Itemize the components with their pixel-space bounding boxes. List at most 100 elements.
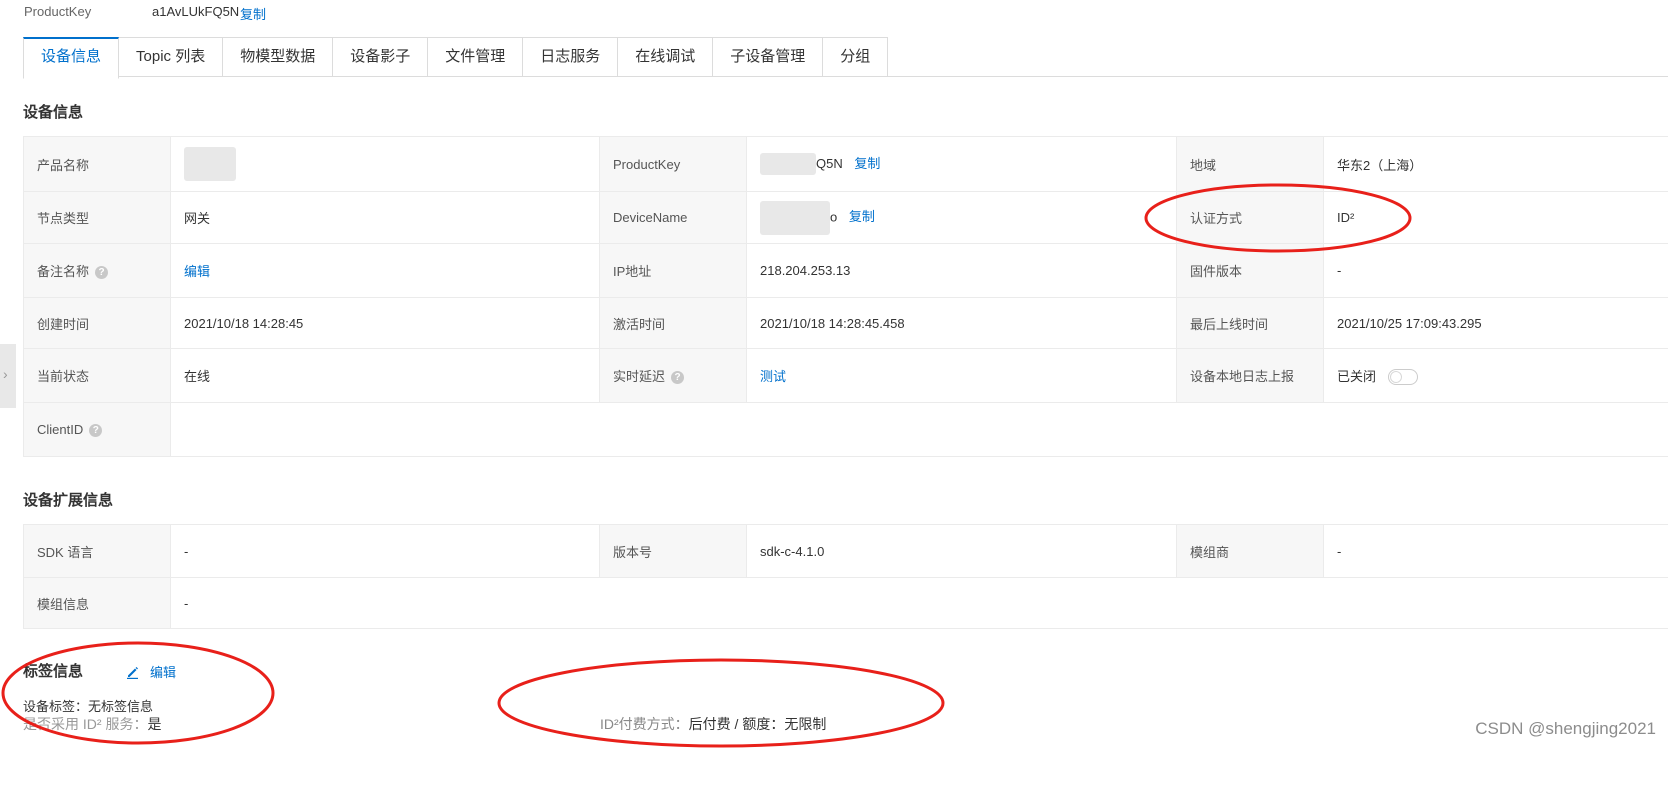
tab-log-service[interactable]: 日志服务 (523, 37, 619, 77)
local-log-toggle[interactable] (1387, 369, 1418, 386)
version-value: sdk-c-4.1.0 (746, 524, 1177, 578)
latency-value-cell: 测试 (746, 348, 1177, 403)
local-log-cell: 已关闭 (1323, 348, 1668, 403)
last-online-label: 最后上线时间 (1176, 297, 1324, 349)
redacted-block (760, 200, 830, 235)
created-label: 创建时间 (23, 297, 171, 349)
status-label: 当前状态 (23, 348, 171, 403)
module-vendor-value: - (1323, 524, 1668, 578)
help-icon[interactable]: ? (89, 424, 103, 438)
devicename-value: o (830, 208, 838, 224)
ext-info-title: 设备扩展信息 (23, 492, 114, 509)
table-row: 当前状态 在线 实时延迟? 测试 设备本地日志上报 已关闭 (23, 348, 1668, 403)
id2-pay-value: 后付费 / 额度：无限制 (688, 716, 827, 732)
module-info-label: 模组信息 (23, 577, 171, 629)
help-icon[interactable]: ? (95, 266, 109, 280)
edit-remark-link[interactable]: 编辑 (184, 264, 210, 279)
ip-value: 218.204.253.13 (746, 243, 1177, 298)
sdk-value: - (170, 524, 600, 578)
device-tag-value: 无标签信息 (88, 699, 154, 714)
id2-pay-line: ID²付费方式：后付费 / 额度：无限制 (600, 714, 826, 734)
latency-label: 实时延迟 (613, 369, 666, 384)
productkey-header-label: ProductKey (24, 4, 92, 19)
redacted-block (184, 147, 236, 181)
sidebar-expand-handle[interactable]: › (0, 344, 16, 408)
redacted-block (760, 153, 816, 176)
devicename-cell: o 复制 (746, 191, 1177, 244)
region-value: 华东2（上海） (1323, 136, 1668, 192)
table-row: 备注名称? 编辑 IP地址 218.204.253.13 固件版本 - (23, 243, 1668, 298)
id2-pay-label: ID²付费方式： (600, 716, 689, 732)
latency-test-link[interactable]: 测试 (760, 369, 786, 384)
ip-label: IP地址 (599, 243, 747, 298)
copy-productkey-link[interactable]: 复制 (240, 4, 266, 23)
chevron-right-icon: › (3, 366, 8, 382)
productkey-header-value: a1AvLUkFQ5N (152, 4, 240, 19)
edit-tags-button[interactable]: 编辑 (126, 662, 176, 681)
clientid-label: ClientID (37, 421, 84, 437)
table-row: 创建时间 2021/10/18 14:28:45 激活时间 2021/10/18… (23, 297, 1668, 349)
firmware-value: - (1323, 243, 1668, 298)
remark-label-cell: 备注名称? (23, 243, 171, 298)
productkey-header: ProductKey a1AvLUkFQ5N 复制 (24, 4, 266, 22)
local-log-label: 设备本地日志上报 (1176, 348, 1324, 403)
version-label: 版本号 (599, 524, 747, 578)
tab-device-shadow[interactable]: 设备影子 (333, 37, 429, 77)
product-name-value (170, 136, 600, 192)
productkey-label: ProductKey (599, 136, 747, 192)
watermark: CSDN @shengjing2021 (1475, 719, 1656, 738)
ext-info-table: SDK 语言 - 版本号 sdk-c-4.1.0 模组商 - 模组信息 - (23, 524, 1668, 629)
copy-productkey-button[interactable]: 复制 (854, 156, 880, 171)
toggle-knob (1389, 371, 1402, 384)
module-vendor-label: 模组商 (1176, 524, 1324, 578)
local-log-value: 已关闭 (1337, 368, 1377, 384)
table-row: 产品名称 ProductKey Q5N 复制 地域 华东2（上海） (23, 136, 1668, 192)
activated-value: 2021/10/18 14:28:45.458 (746, 297, 1177, 349)
clientid-value (170, 402, 1668, 457)
device-info-table: 产品名称 ProductKey Q5N 复制 地域 华东2（上海） 节点类型 网… (23, 136, 1668, 457)
id2-service-value: 是 (147, 716, 162, 732)
tab-sub-device-management[interactable]: 子设备管理 (713, 37, 824, 77)
status-value: 在线 (170, 348, 600, 403)
sdk-label: SDK 语言 (23, 524, 171, 578)
auth-method-label: 认证方式 (1176, 191, 1324, 244)
table-row: 节点类型 网关 DeviceName o 复制 认证方式 ID² (23, 191, 1668, 244)
remark-value-cell: 编辑 (170, 243, 600, 298)
clientid-label-cell: ClientID? (23, 402, 171, 457)
created-value: 2021/10/18 14:28:45 (170, 297, 600, 349)
tab-bar: 设备信息 Topic 列表 物模型数据 设备影子 文件管理 日志服务 在线调试 … (23, 37, 889, 79)
pencil-icon (127, 666, 138, 679)
devicename-label: DeviceName (599, 191, 747, 244)
node-type-label: 节点类型 (23, 191, 171, 244)
tab-group[interactable]: 分组 (823, 37, 889, 77)
productkey-cell: Q5N 复制 (746, 136, 1177, 192)
product-name-label: 产品名称 (23, 136, 171, 192)
auth-method-value: ID² (1323, 191, 1668, 244)
table-row: ClientID? (23, 402, 1668, 457)
activated-label: 激活时间 (599, 297, 747, 349)
tab-topic-list[interactable]: Topic 列表 (119, 37, 224, 77)
edit-tags-label: 编辑 (150, 665, 177, 680)
table-row: SDK 语言 - 版本号 sdk-c-4.1.0 模组商 - (23, 524, 1668, 578)
device-info-title: 设备信息 (23, 104, 84, 121)
tab-thing-model-data[interactable]: 物模型数据 (223, 37, 334, 77)
tag-info-title: 标签信息 (23, 663, 84, 680)
tab-file-management[interactable]: 文件管理 (428, 37, 524, 77)
tab-online-debug[interactable]: 在线调试 (618, 37, 714, 77)
node-type-value: 网关 (170, 191, 600, 244)
region-label: 地域 (1176, 136, 1324, 192)
id2-service-label: 是否采用 ID² 服务： (23, 716, 148, 732)
help-icon[interactable]: ? (671, 371, 685, 385)
tab-device-info[interactable]: 设备信息 (23, 37, 120, 79)
last-online-value: 2021/10/25 17:09:43.295 (1323, 297, 1668, 349)
firmware-label: 固件版本 (1176, 243, 1324, 298)
latency-label-cell: 实时延迟? (599, 348, 747, 403)
productkey-value: Q5N (816, 155, 843, 171)
module-info-value: - (170, 577, 1668, 629)
id2-service-line: 是否采用 ID² 服务：是 (23, 714, 161, 734)
table-row: 模组信息 - (23, 577, 1668, 629)
remark-label: 备注名称 (37, 264, 90, 279)
copy-devicename-button[interactable]: 复制 (849, 209, 875, 224)
device-tag-line: 设备标签：无标签信息 (23, 696, 153, 715)
device-tag-label: 设备标签： (23, 699, 89, 714)
